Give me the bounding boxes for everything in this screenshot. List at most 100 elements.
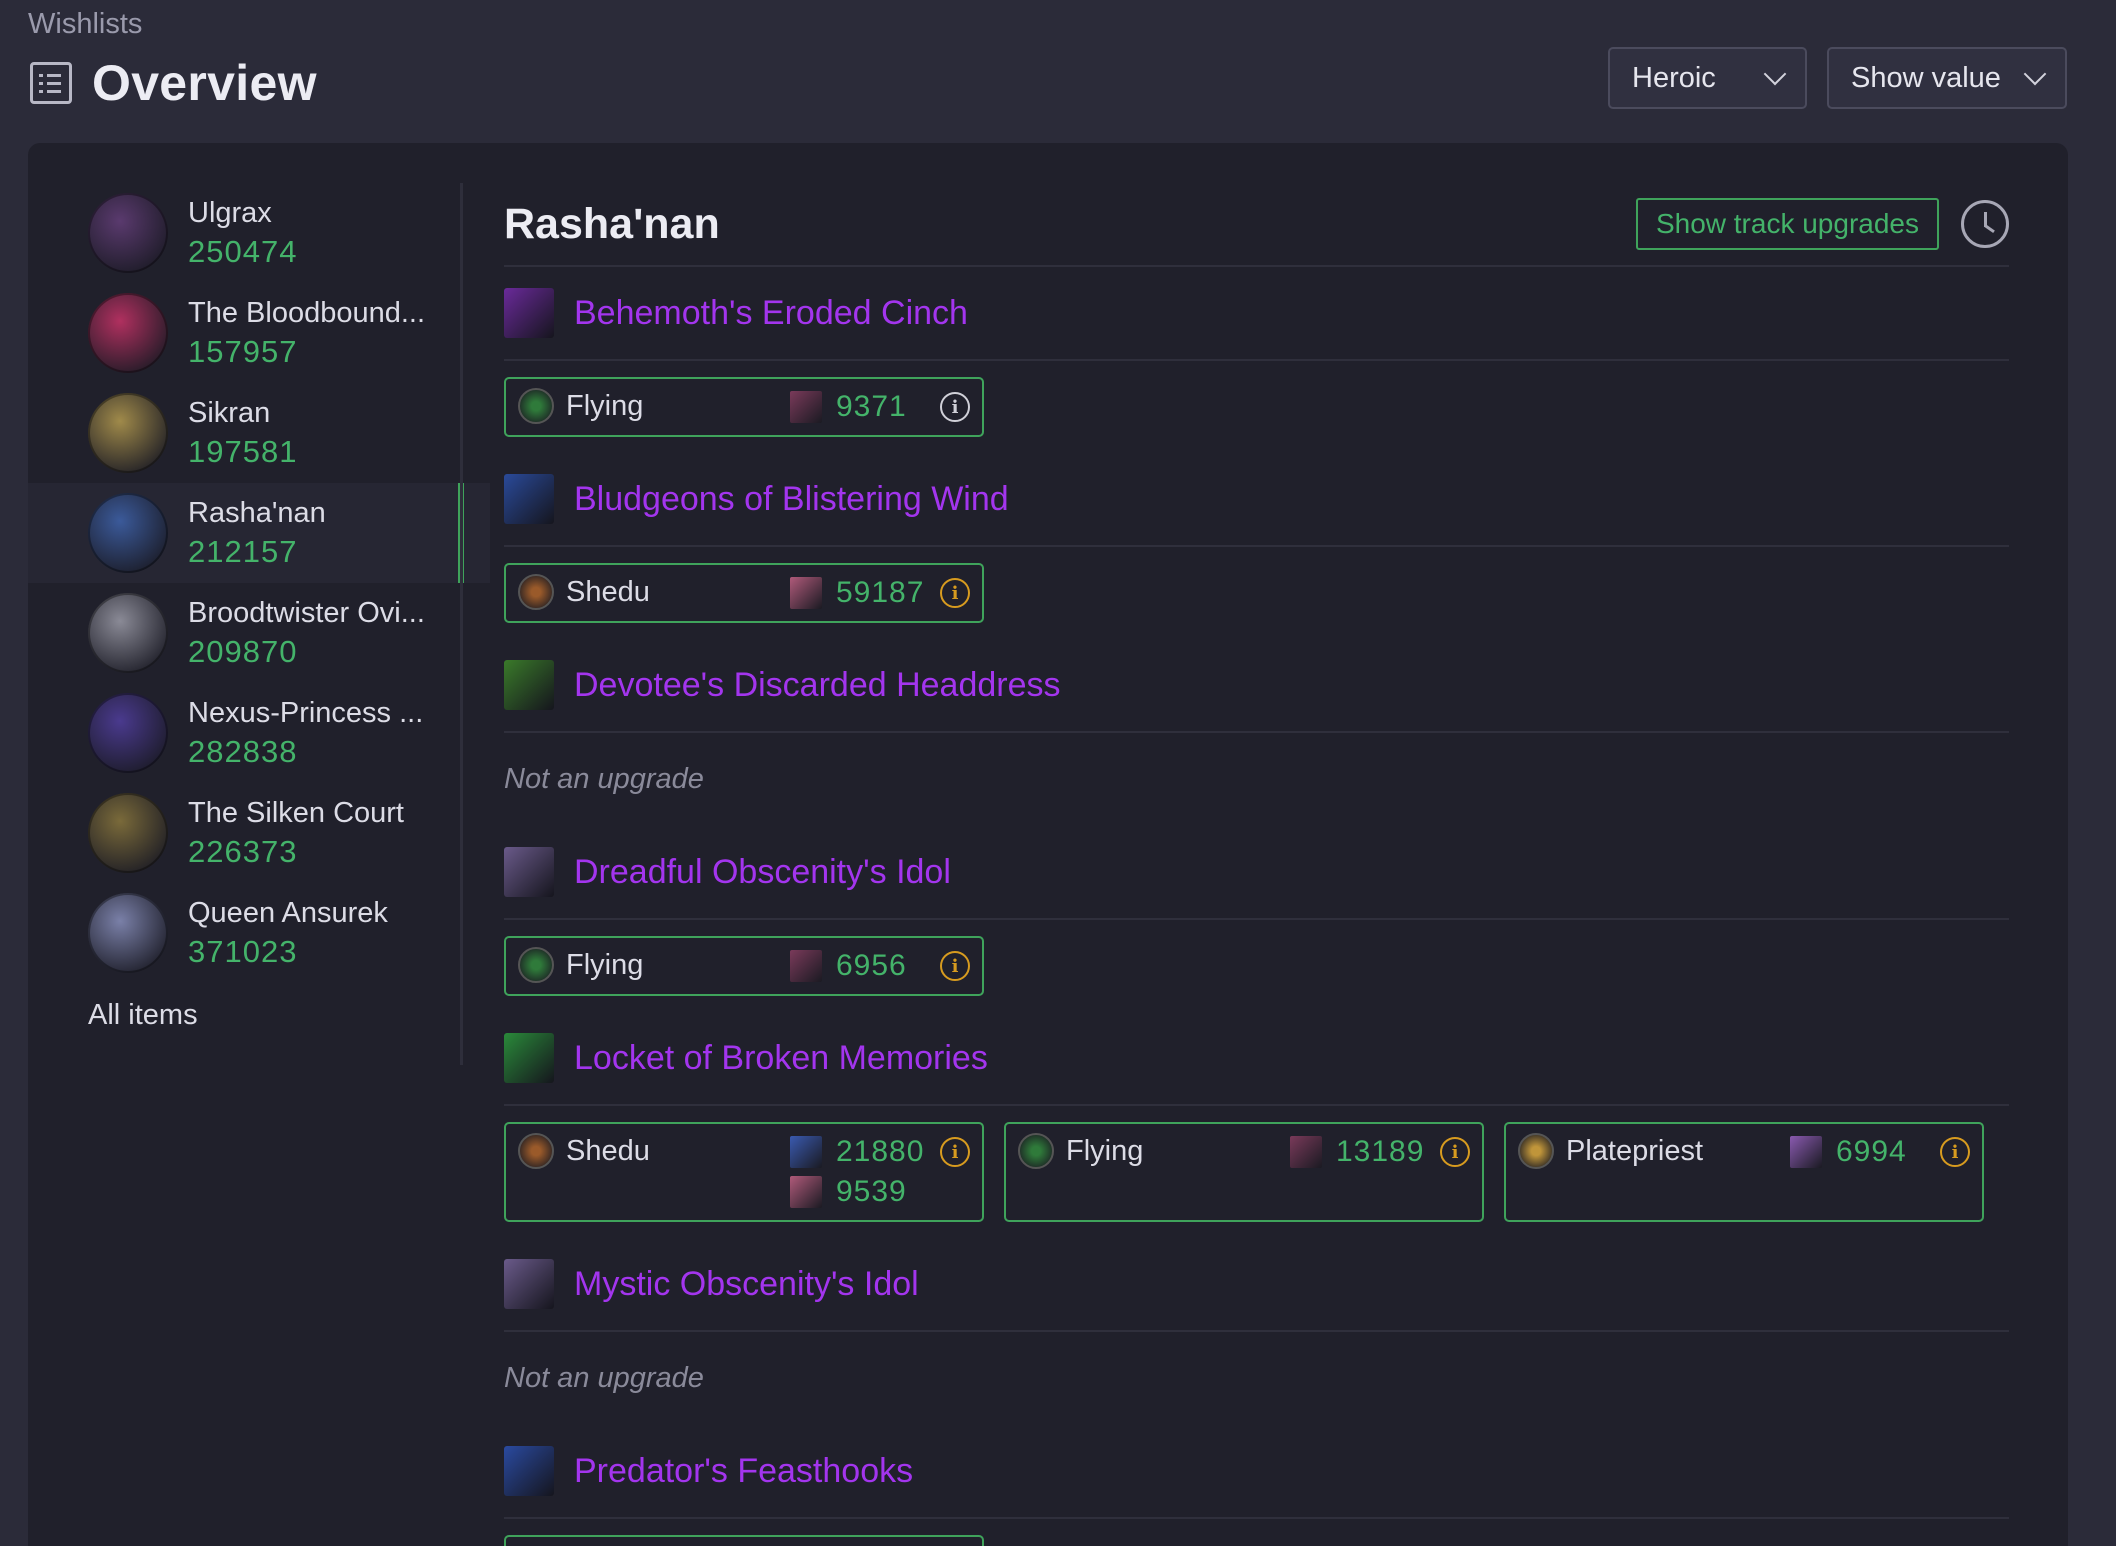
content-header: Rasha'nan Show track upgrades	[504, 183, 2009, 267]
spec-icon	[518, 388, 554, 424]
chip-spec: Flying	[1018, 1132, 1143, 1170]
boss-text: The Silken Court 226373	[188, 794, 438, 872]
chip-values: 21880 i 9539	[790, 1132, 970, 1212]
boss-score: 282838	[188, 734, 298, 769]
chip-spec: Flying	[518, 946, 643, 984]
chip-values: 6994 i	[1790, 1132, 1970, 1172]
info-icon[interactable]: i	[940, 578, 970, 608]
spec-name: Platepriest	[1566, 1134, 1704, 1167]
all-items-link[interactable]: All items	[28, 999, 490, 1032]
boss-score: 209870	[188, 634, 298, 669]
boss-text: Ulgrax 250474	[188, 194, 438, 272]
boss-sidebar: Ulgrax 250474 The Bloodbound... 157957 Sikra…	[28, 183, 490, 1032]
chip-values: 13189 i	[1290, 1132, 1470, 1172]
item-name-link[interactable]: Locket of Broken Memories	[574, 1039, 988, 1078]
difficulty-select-value: Heroic	[1632, 61, 1716, 94]
upgrade-value: 21880	[836, 1135, 925, 1168]
spec-name: Shedu	[566, 575, 650, 608]
info-icon[interactable]: i	[1940, 1137, 1970, 1167]
value-row: 6956 i	[790, 946, 970, 986]
sidebar-boss-item[interactable]: Broodtwister Ovi... 209870	[28, 583, 490, 683]
wishlists-page: Wishlists Overview Heroic Show value Ulg…	[0, 0, 2116, 1546]
upgrade-chip: Flying 9371 i	[504, 377, 984, 437]
show-track-upgrades-button[interactable]: Show track upgrades	[1635, 198, 1939, 250]
history-clock-icon[interactable]	[1961, 200, 2009, 248]
boss-score: 212157	[188, 534, 298, 569]
boss-text: Nexus-Princess ... 282838	[188, 694, 438, 772]
item-icon	[504, 660, 554, 710]
item-icon	[504, 847, 554, 897]
item-icon	[504, 474, 554, 524]
boss-text: Sikran 197581	[188, 394, 438, 472]
sidebar-divider	[460, 183, 463, 1065]
chip-spec: Platepriest	[1518, 1132, 1703, 1170]
boss-score: 197581	[188, 434, 298, 469]
item-header: Mystic Obscenity's Idol	[504, 1238, 2009, 1332]
sidebar-boss-item[interactable]: Nexus-Princess ... 282838	[28, 683, 490, 783]
boss-name: The Bloodbound...	[188, 297, 426, 329]
spec-icon	[518, 947, 554, 983]
spec-name: Flying	[566, 948, 644, 981]
boss-score: 371023	[188, 934, 298, 969]
boss-avatar	[88, 593, 168, 673]
breadcrumb[interactable]: Wishlists	[28, 8, 142, 41]
item-list: Behemoth's Eroded Cinch Flying 9371 i Bludge…	[504, 267, 2009, 1546]
sidebar-boss-item[interactable]: Sikran 197581	[28, 383, 490, 483]
spec-icon	[518, 1133, 554, 1169]
sidebar-boss-item[interactable]: Ulgrax 250474	[28, 183, 490, 283]
not-an-upgrade-text: Not an upgrade	[504, 1362, 704, 1394]
info-icon[interactable]: i	[940, 1137, 970, 1167]
item-name-link[interactable]: Bludgeons of Blistering Wind	[574, 480, 1009, 519]
upgrade-value: 59187	[836, 576, 925, 609]
upgrade-chip: Shedu 21880 i 9539	[504, 1122, 984, 1222]
source-item-icon	[790, 391, 822, 423]
upgrade-chip: Shedu 59187 i	[504, 563, 984, 623]
source-item-icon	[1290, 1136, 1322, 1168]
boss-score: 226373	[188, 834, 298, 869]
item-icon	[504, 1446, 554, 1496]
boss-avatar	[88, 393, 168, 473]
item-name-link[interactable]: Mystic Obscenity's Idol	[574, 1265, 919, 1304]
value-row: 9371 i	[790, 387, 970, 427]
chevron-down-icon	[2023, 62, 2047, 86]
chevron-down-icon	[1763, 62, 1787, 86]
spec-icon	[1518, 1133, 1554, 1169]
chip-spec: Flying	[518, 387, 643, 425]
boss-score: 250474	[188, 234, 298, 269]
value-row: 21880 i	[790, 1132, 970, 1172]
sidebar-boss-item[interactable]: Rasha'nan 212157	[28, 483, 490, 583]
source-item-icon	[790, 1136, 822, 1168]
sidebar-boss-item[interactable]: The Bloodbound... 157957	[28, 283, 490, 383]
item-name-link[interactable]: Dreadful Obscenity's Idol	[574, 853, 951, 892]
page-header: Overview	[30, 54, 317, 112]
item-header: Locket of Broken Memories	[504, 1012, 2009, 1106]
upgrade-chips: Shedu 59187 i	[504, 547, 2009, 639]
value-row: 13189 i	[1290, 1132, 1470, 1172]
sidebar-boss-item[interactable]: The Silken Court 226373	[28, 783, 490, 883]
item-header: Devotee's Discarded Headdress	[504, 639, 2009, 733]
info-icon[interactable]: i	[940, 951, 970, 981]
boss-name: Rasha'nan	[188, 497, 326, 529]
upgrade-chip: Flying 6956 i	[504, 936, 984, 996]
boss-text: Rasha'nan 212157	[188, 494, 438, 572]
value-select[interactable]: Show value	[1827, 47, 2067, 109]
item-name-link[interactable]: Devotee's Discarded Headdress	[574, 666, 1061, 705]
boss-name: The Silken Court	[188, 797, 404, 829]
item-name-link[interactable]: Behemoth's Eroded Cinch	[574, 294, 968, 333]
difficulty-select[interactable]: Heroic	[1608, 47, 1807, 109]
upgrade-value: 9371	[836, 390, 907, 423]
info-icon[interactable]: i	[1440, 1137, 1470, 1167]
upgrade-value: 6956	[836, 949, 907, 982]
sidebar-boss-item[interactable]: Queen Ansurek 371023	[28, 883, 490, 983]
info-icon[interactable]: i	[940, 392, 970, 422]
upgrade-chips: Flying 6956 i	[504, 920, 2009, 1012]
value-select-value: Show value	[1851, 61, 2001, 94]
boss-text: Queen Ansurek 371023	[188, 894, 438, 972]
boss-score: 157957	[188, 334, 298, 369]
source-item-icon	[790, 1176, 822, 1208]
item-header: Dreadful Obscenity's Idol	[504, 826, 2009, 920]
item-name-link[interactable]: Predator's Feasthooks	[574, 1452, 913, 1491]
value-row: 6994 i	[1790, 1132, 1970, 1172]
item-header: Bludgeons of Blistering Wind	[504, 453, 2009, 547]
item-icon	[504, 288, 554, 338]
